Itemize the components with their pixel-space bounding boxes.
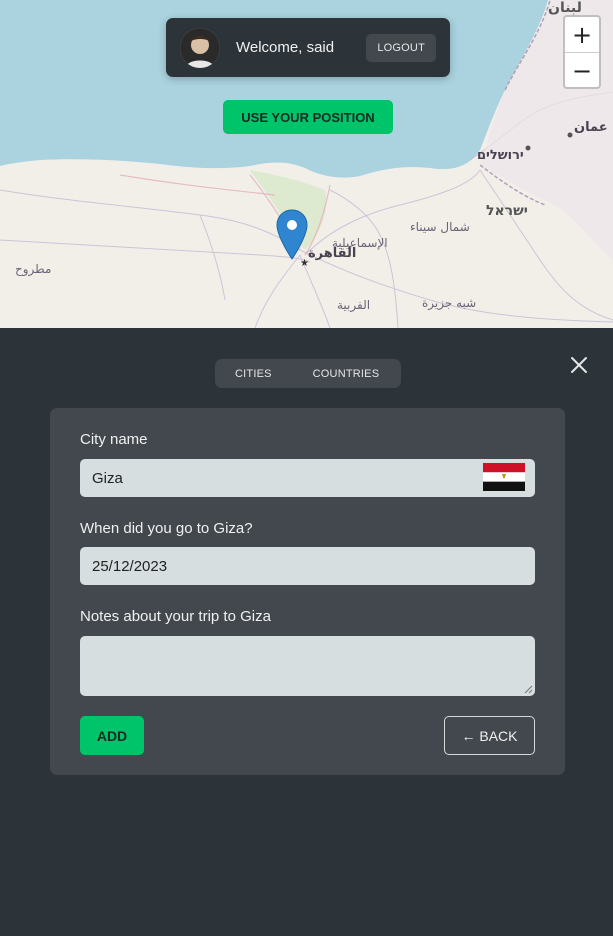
map-label-cairo: القاهرة bbox=[308, 246, 357, 261]
welcome-text: Welcome, said bbox=[236, 39, 335, 56]
back-button[interactable]: ← BACK bbox=[444, 716, 535, 755]
add-button[interactable]: ADD bbox=[80, 716, 144, 755]
notes-label: Notes about your trip to Giza bbox=[80, 608, 271, 625]
egypt-flag-icon bbox=[483, 463, 525, 491]
add-city-form: City name Giza When did you go to Giza? … bbox=[50, 408, 565, 775]
city-name-value: Giza bbox=[92, 469, 123, 487]
map-label-jerusalem: ירושלים bbox=[477, 148, 524, 163]
tab-cities[interactable]: CITIES bbox=[215, 368, 293, 380]
map-label-sinai-peninsula: شبه جزيرة bbox=[422, 296, 477, 310]
city-name-label: City name bbox=[80, 431, 148, 448]
map-label-north-sinai: شمال سيناء bbox=[410, 220, 470, 234]
zoom-out-button[interactable]: − bbox=[565, 53, 599, 88]
use-position-button[interactable]: USE YOUR POSITION bbox=[223, 100, 393, 134]
map-label-matrouh: مطروح bbox=[15, 262, 52, 276]
city-name-input[interactable]: Giza bbox=[80, 459, 535, 497]
zoom-in-button[interactable]: + bbox=[565, 17, 599, 53]
tab-countries[interactable]: COUNTRIES bbox=[293, 368, 400, 380]
date-value: 25/12/2023 bbox=[92, 557, 168, 575]
date-label: When did you go to Giza? bbox=[80, 520, 253, 537]
avatar-image bbox=[180, 27, 220, 68]
avatar bbox=[180, 27, 220, 68]
logout-button[interactable]: LOGOUT bbox=[366, 33, 436, 62]
map[interactable]: ★ لبنان عمان ירושלים ישראל شمال سيناء ال… bbox=[0, 0, 613, 328]
date-input[interactable]: 25/12/2023 bbox=[80, 547, 535, 585]
notes-textarea[interactable] bbox=[80, 636, 535, 696]
map-label-israel: ישראל bbox=[486, 203, 528, 219]
map-marker-icon[interactable] bbox=[275, 209, 309, 261]
map-label-amman: عمان bbox=[574, 120, 608, 135]
close-icon[interactable] bbox=[570, 356, 588, 374]
user-bar: Welcome, said LOGOUT bbox=[166, 18, 450, 77]
tab-switcher: CITIES COUNTRIES bbox=[215, 359, 401, 388]
zoom-control: + − bbox=[563, 15, 601, 89]
resize-handle-icon[interactable] bbox=[524, 685, 533, 694]
map-label-gharbia: الفربية bbox=[337, 298, 371, 312]
map-label-lebanon: لبنان bbox=[548, 0, 582, 16]
